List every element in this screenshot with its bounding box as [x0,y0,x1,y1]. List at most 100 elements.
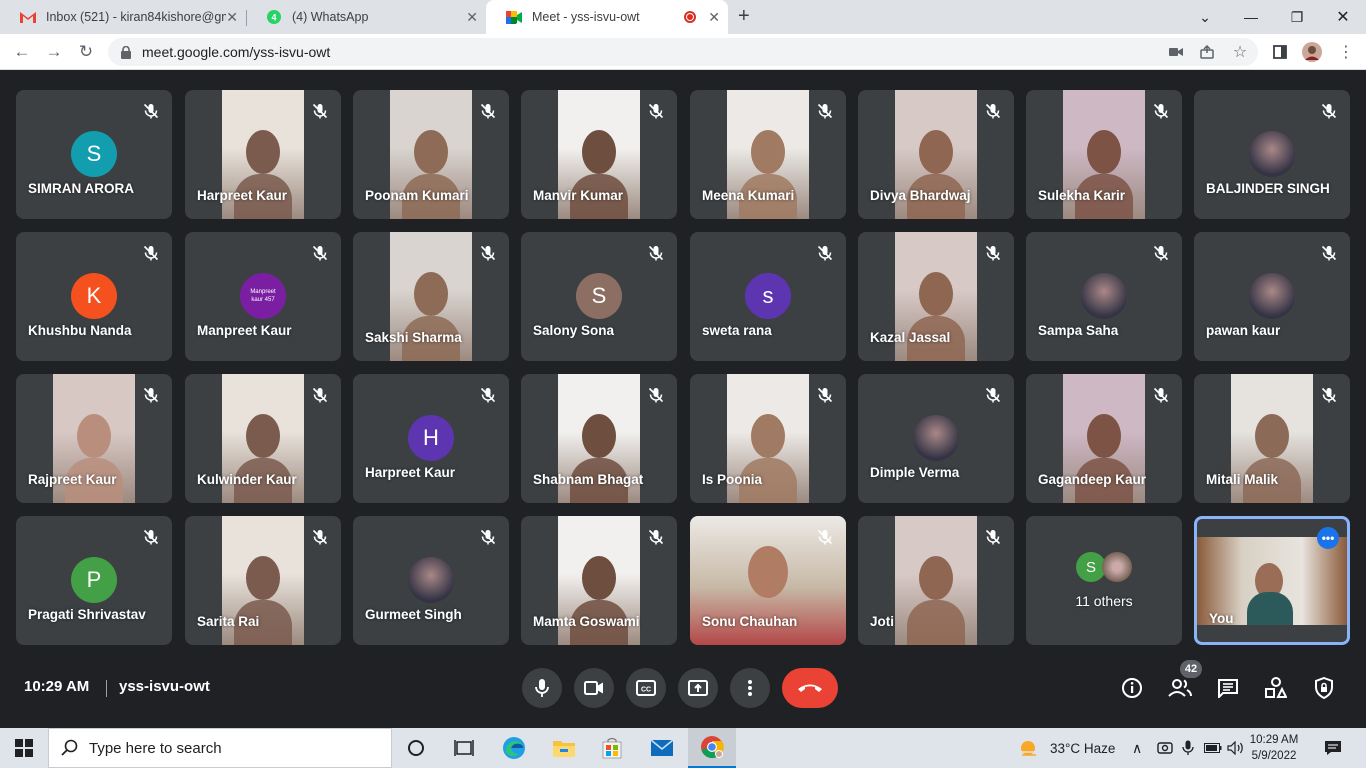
chrome-taskbar-icon[interactable] [688,728,736,768]
participant-tile[interactable]: S Salony Sona [521,232,677,361]
participant-tile[interactable]: Manpreet kaur 457 Manpreet Kaur [185,232,341,361]
participant-tile[interactable]: Mitali Malik [1194,374,1350,503]
host-controls-button[interactable] [1312,676,1336,700]
close-tab-icon[interactable]: ✕ [466,9,478,26]
reload-icon[interactable]: ↻ [74,40,98,64]
meet-camera-tray-icon[interactable] [1157,728,1173,768]
tab-gmail[interactable]: Inbox (521) - kiran84kishore@gm ✕ [0,0,246,34]
cortana-icon[interactable] [400,732,432,764]
muted-mic-icon [311,528,329,546]
participant-tile[interactable]: Sakshi Sharma [353,232,509,361]
muted-mic-icon [479,528,497,546]
muted-mic-icon [311,386,329,404]
taskbar-search-box[interactable]: Type here to search [48,728,392,768]
camera-button[interactable] [574,668,614,708]
participant-name: Poonam Kumari [365,188,469,203]
chat-icon [1218,679,1238,698]
volume-icon[interactable] [1227,728,1245,768]
weather-widget[interactable]: 33°C Haze [1018,728,1115,768]
participant-tile[interactable]: s sweta rana [690,232,846,361]
participant-tile[interactable]: P Pragati Shrivastav [16,516,172,645]
bookmark-star-icon[interactable]: ☆ [1230,42,1250,62]
haze-sun-icon [1020,741,1038,756]
participant-tile[interactable]: Sulekha Karir [1026,90,1182,219]
file-explorer-icon[interactable] [548,732,580,764]
participant-tile[interactable]: Poonam Kumari [353,90,509,219]
start-button[interactable] [0,728,48,768]
more-options-button[interactable] [730,668,770,708]
participant-tile[interactable]: Gurmeet Singh [353,516,509,645]
participant-tile[interactable]: Kulwinder Kaur [185,374,341,503]
participant-tile[interactable]: Meena Kumari [690,90,846,219]
back-arrow-icon[interactable]: ← [10,40,34,64]
participant-tile[interactable]: Mamta Goswami [521,516,677,645]
microsoft-store-icon[interactable] [596,732,628,764]
notifications-icon[interactable] [1324,728,1342,768]
leave-call-button[interactable] [782,668,838,708]
participant-tile[interactable]: Shabnam Bhagat [521,374,677,503]
microphone-tray-icon[interactable] [1182,728,1194,768]
meeting-time: 10:29 AM [24,678,90,695]
task-view-icon[interactable] [448,732,480,764]
close-tab-icon[interactable]: ✕ [226,9,238,26]
captions-button[interactable]: CC [626,668,666,708]
participant-tile[interactable]: Divya Bhardwaj [858,90,1014,219]
participant-tile[interactable]: Gagandeep Kaur [1026,374,1182,503]
others-tile[interactable]: S 11 others [1026,516,1182,645]
taskbar-clock[interactable]: 10:29 AM 5/9/2022 [1244,732,1304,764]
tab-search-chevron-icon[interactable]: ⌄ [1182,0,1228,34]
meeting-details-button[interactable] [1120,676,1144,700]
mail-icon[interactable] [646,732,678,764]
camera-permission-icon[interactable] [1166,42,1186,62]
microphone-button[interactable] [522,668,562,708]
close-tab-icon[interactable]: ✕ [708,9,720,26]
muted-mic-icon [816,102,834,120]
close-window-icon[interactable]: ✕ [1320,0,1366,34]
participant-tile[interactable]: Sarita Rai [185,516,341,645]
participant-name: Gurmeet Singh [365,607,462,622]
muted-mic-icon [479,102,497,120]
show-hidden-icons-chevron-icon[interactable]: ∧ [1132,728,1142,768]
edge-browser-icon[interactable] [498,732,530,764]
participant-tile[interactable]: Harpreet Kaur [185,90,341,219]
muted-mic-icon [1152,244,1170,262]
self-video-tile[interactable]: ••• You [1194,516,1350,645]
participant-tile[interactable]: Rajpreet Kaur [16,374,172,503]
chat-button[interactable] [1216,676,1240,700]
address-bar[interactable]: meet.google.com/yss-isvu-owt [108,38,1258,66]
activities-button[interactable] [1264,676,1288,700]
muted-mic-icon [142,528,160,546]
participant-tile[interactable]: H Harpreet Kaur [353,374,509,503]
more-menu-icon[interactable]: ⋮ [1336,42,1356,62]
participant-tile[interactable]: Dimple Verma [858,374,1014,503]
participant-initial-avatar: S [71,131,117,177]
battery-icon[interactable] [1204,728,1222,768]
participant-tile[interactable]: Joti [858,516,1014,645]
participant-tile[interactable]: K Khushbu Nanda [16,232,172,361]
participant-tile[interactable]: Sampa Saha [1026,232,1182,361]
side-panel-icon[interactable] [1270,42,1290,62]
minimize-icon[interactable]: — [1228,0,1274,34]
participant-tile[interactable]: S SIMRAN ARORA [16,90,172,219]
participant-tile[interactable]: pawan kaur [1194,232,1350,361]
participant-name: Harpreet Kaur [197,188,288,203]
forward-arrow-icon[interactable]: → [42,40,66,64]
people-button[interactable] [1168,676,1192,700]
new-tab-plus-icon[interactable]: + [738,5,750,28]
present-screen-button[interactable] [678,668,718,708]
tab-whatsapp[interactable]: 4 (4) WhatsApp ✕ [246,0,486,34]
participant-tile[interactable]: Is Poonia [690,374,846,503]
participant-name: Manpreet Kaur [197,323,292,338]
participant-tile[interactable]: Sonu Chauhan [690,516,846,645]
share-icon[interactable] [1198,42,1218,62]
restore-icon[interactable]: ❐ [1274,0,1320,34]
participant-tile[interactable]: BALJINDER SINGH [1194,90,1350,219]
tab-meet[interactable]: Meet - yss-isvu-owt ✕ [486,0,728,34]
svg-text:CC: CC [641,687,651,694]
participant-tile[interactable]: Kazal Jassal [858,232,1014,361]
tab-title: Inbox (521) - kiran84kishore@gm [46,10,226,24]
participant-initial-avatar: S [576,273,622,319]
participant-tile[interactable]: Manvir Kumar [521,90,677,219]
more-options-dots-icon[interactable]: ••• [1317,527,1339,549]
profile-avatar[interactable] [1302,42,1322,62]
